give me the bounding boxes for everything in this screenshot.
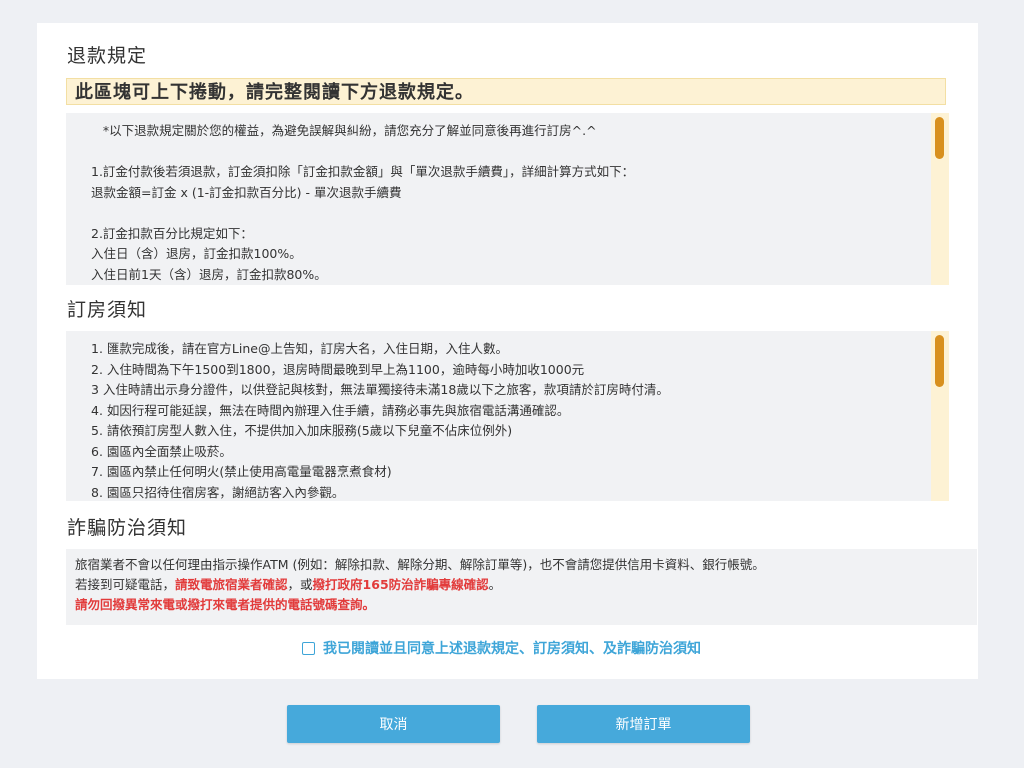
refund-policy-text: *以下退款規定關於您的權益，為避免誤解與糾紛，請您充分了解並同意後再進行訂房^.… [91, 121, 919, 285]
refund-policy-line: 1.訂金付款後若須退款，訂金須扣除「訂金扣款金額」與「單次退款手續費」，詳細計算… [91, 164, 635, 179]
booking-notice-line: 1. 匯款完成後，請在官方Line@上告知，訂房大名，入住日期，入住人數。 [91, 341, 508, 356]
fraud-line-2-suffix: 。 [488, 577, 502, 592]
agree-terms-checkbox-row[interactable]: 我已閱讀並且同意上述退款規定、訂房須知、及詐騙防治須知 [302, 638, 701, 658]
fraud-line-2-mid: ，或 [287, 577, 313, 592]
booking-notice-line: 3 入住時請出示身分證件，以供登記與核對，無法單獨接待未滿18歲以下之旅客，款項… [91, 382, 669, 397]
refund-policy-line: 入住日前1天（含）退房，訂金扣款80%。 [91, 266, 327, 282]
refund-section-title: 退款規定 [67, 45, 148, 67]
refund-policy-line [91, 142, 919, 163]
booking-notice-line: 4. 如因行程可能延誤，無法在時間內辦理入住手續，請務必事先與旅宿電話溝通確認。 [91, 402, 570, 418]
scroll-notice-banner: 此區塊可上下捲動，請完整閱讀下方退款規定。 [66, 78, 946, 105]
refund-policy-line: 2.訂金扣款百分比規定如下： [91, 225, 253, 241]
booking-section-title: 訂房須知 [67, 299, 148, 321]
refund-policy-line: 退款金額=訂金 x (1-訂金扣款百分比) - 單次退款手續費 [91, 184, 402, 200]
booking-notice-scrollbox[interactable]: 1. 匯款完成後，請在官方Line@上告知，訂房大名，入住日期，入住人數。 2. … [66, 331, 949, 501]
booking-scrollbar-thumb[interactable] [935, 335, 944, 387]
agree-terms-label[interactable]: 我已閱讀並且同意上述退款規定、訂房須知、及詐騙防治須知 [323, 638, 701, 658]
refund-scrollbar-thumb[interactable] [935, 117, 944, 159]
booking-notice-line: 7. 園區內禁止任何明火(禁止使用高電量電器烹煮食材) [91, 464, 392, 479]
add-order-button[interactable]: 新增訂單 [537, 705, 750, 743]
booking-notice-text: 1. 匯款完成後，請在官方Line@上告知，訂房大名，入住日期，入住人數。 2. … [91, 339, 919, 501]
agree-checkbox[interactable] [302, 641, 315, 655]
booking-notice-line: 2. 入住時間為下午1500到1800，退房時間最晚到早上為1100，逾時每小時… [91, 361, 585, 377]
fraud-line-2: 若接到可疑電話，請致電旅宿業者確認，或撥打政府165防治詐騙專線確認。 [75, 575, 977, 595]
fraud-line-2-prefix: 若接到可疑電話， [75, 577, 176, 592]
fraud-line-1: 旅宿業者不會以任何理由指示操作ATM (例如：解除扣款、解除分期、解除訂單等)，… [75, 557, 765, 572]
refund-scrollbar-track[interactable] [931, 113, 949, 285]
fraud-prevention-box: 旅宿業者不會以任何理由指示操作ATM (例如：解除扣款、解除分期、解除訂單等)，… [66, 549, 977, 625]
refund-policy-scrollbox[interactable]: *以下退款規定關於您的權益，為避免誤解與糾紛，請您充分了解並同意後再進行訂房^.… [66, 113, 949, 285]
booking-notice-line: 5. 請依預訂房型人數入住，不提供加入加床服務(5歲以下兒童不佔床位例外) [91, 423, 513, 438]
fraud-hotline-text: 撥打政府165防治詐騙專線確認 [312, 577, 489, 592]
booking-terms-card: 退款規定 此區塊可上下捲動，請完整閱讀下方退款規定。 *以下退款規定關於您的權益… [37, 23, 978, 679]
fraud-call-host-text: 請致電旅宿業者確認 [175, 577, 288, 592]
refund-policy-line: 入住日（含）退房，訂金扣款100%。 [91, 246, 302, 261]
cancel-button[interactable]: 取消 [287, 705, 500, 743]
booking-scrollbar-track[interactable] [931, 331, 949, 501]
fraud-line-3: 請勿回撥異常來電或撥打來電者提供的電話號碼查詢。 [75, 597, 376, 612]
refund-policy-line: *以下退款規定關於您的權益，為避免誤解與糾紛，請您充分了解並同意後再進行訂房^.… [91, 123, 597, 138]
fraud-section-title: 詐騙防治須知 [67, 517, 188, 539]
refund-policy-line [91, 203, 919, 224]
booking-notice-line: 8. 園區只招待住宿房客，謝絕訪客入內參觀。 [91, 484, 345, 500]
booking-notice-line: 6. 園區內全面禁止吸菸。 [91, 443, 232, 459]
